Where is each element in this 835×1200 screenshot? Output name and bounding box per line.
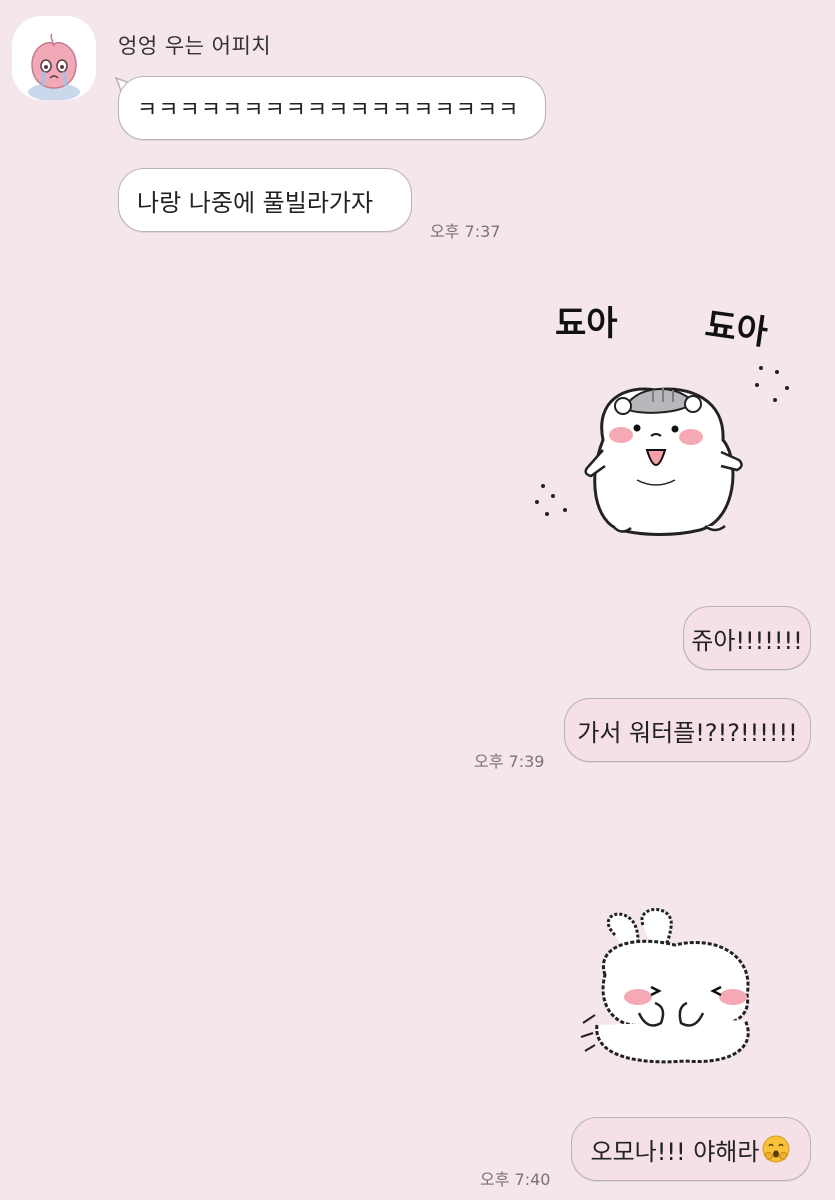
message-timestamp: 오후 7:39 <box>474 752 545 771</box>
message-bubble-outgoing[interactable]: 오모나!!! 야해라 <box>571 1117 811 1181</box>
message-timestamp: 오후 7:40 <box>480 1170 551 1189</box>
message-text: 쥬아!!!!!!! <box>691 626 803 655</box>
chat-room: 엉엉 우는 어피치 ㅋㅋㅋㅋㅋㅋㅋㅋㅋㅋㅋㅋㅋㅋㅋㅋㅋㅋ 나랑 나중에 풀빌라가… <box>0 0 835 1200</box>
sticker-text-right: 됴아 <box>703 305 771 353</box>
message-bubble-outgoing[interactable]: 가서 워터플!?!?!!!!!! <box>564 698 811 762</box>
sender-avatar[interactable] <box>12 16 96 100</box>
message-timestamp: 오후 7:37 <box>430 222 501 241</box>
message-text: ㅋㅋㅋㅋㅋㅋㅋㅋㅋㅋㅋㅋㅋㅋㅋㅋㅋㅋ <box>137 98 520 123</box>
message-bubble-outgoing[interactable]: 쥬아!!!!!!! <box>683 606 811 670</box>
hamster-doa-sticker[interactable]: 됴아 됴아 <box>525 290 805 550</box>
sticker-text-left: 됴아 <box>555 304 618 344</box>
message-text: 오모나!!! 야해라 <box>590 1137 760 1166</box>
message-bubble-incoming[interactable]: 나랑 나중에 풀빌라가자 <box>118 168 412 232</box>
hamster-sticker-icon: 됴아 됴아 <box>535 304 789 536</box>
shy-face-emoji-icon <box>762 1135 790 1163</box>
crying-peach-avatar-icon <box>12 16 96 100</box>
message-text: 나랑 나중에 풀빌라가자 <box>137 188 374 217</box>
message-text: 가서 워터플!?!?!!!!!! <box>577 718 798 747</box>
sender-name: 엉엉 우는 어피치 <box>118 34 272 58</box>
bunny-sticker-icon <box>580 908 750 1064</box>
message-bubble-incoming[interactable]: ㅋㅋㅋㅋㅋㅋㅋㅋㅋㅋㅋㅋㅋㅋㅋㅋㅋㅋ <box>118 76 546 140</box>
shy-bunny-sticker[interactable] <box>575 895 775 1075</box>
